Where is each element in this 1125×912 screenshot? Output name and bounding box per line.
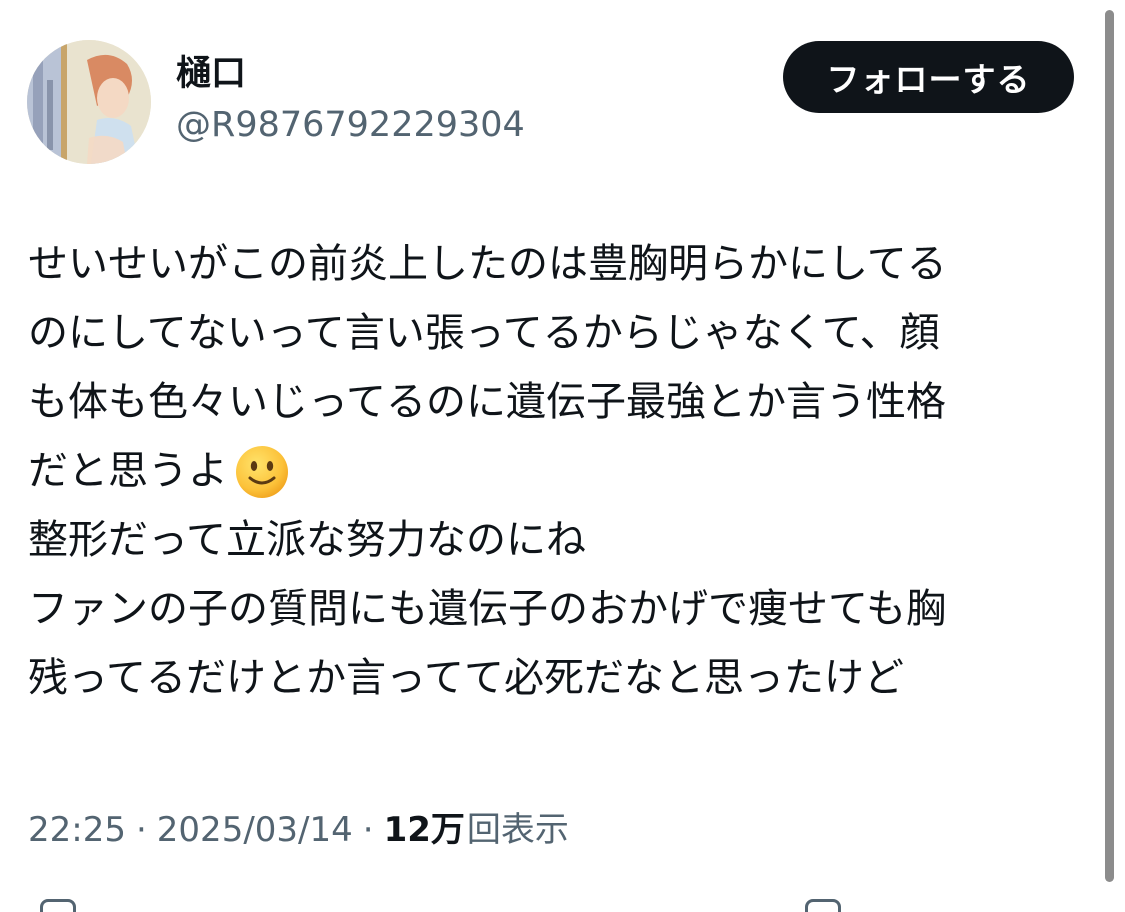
action-bar xyxy=(0,893,1100,912)
author-display-name[interactable]: 樋口 xyxy=(176,52,246,96)
tweet-meta: 22:25 · 2025/03/14 · 12万 回表示 xyxy=(28,806,569,854)
author-handle[interactable]: @R9876792229304 xyxy=(176,103,525,147)
bookmark-icon[interactable] xyxy=(805,899,841,912)
tweet-line: のにしてないって言い張ってるからじゃなくて、顔 xyxy=(28,310,940,356)
tweet-body: せいせいがこの前炎上したのは豊胸明らかにしてる のにしてないって言い張ってるから… xyxy=(28,230,1068,713)
meta-separator: · xyxy=(135,810,147,850)
scrollbar[interactable] xyxy=(1105,10,1114,882)
author-avatar[interactable] xyxy=(27,40,151,164)
tweet-date[interactable]: 2025/03/14 xyxy=(157,806,353,854)
views-count[interactable]: 12万 xyxy=(384,806,465,854)
anime-character-avatar-icon xyxy=(27,40,151,164)
tweet-line-with-emoji: だと思うよ xyxy=(28,437,1068,506)
tweet-time[interactable]: 22:25 xyxy=(28,806,126,854)
tweet-line: 整形だって立派な努力なのにね xyxy=(28,517,586,563)
reply-icon[interactable] xyxy=(40,899,76,912)
views-label: 回表示 xyxy=(466,810,569,850)
follow-button[interactable]: フォローする xyxy=(783,41,1074,113)
tweet-line: も体も色々いじってるのに遺伝子最強とか言う性格 xyxy=(28,379,946,425)
tweet-line: ファンの子の質問にも遺伝子のおかげで痩せても胸 xyxy=(28,586,946,632)
tweet-line: だと思うよ xyxy=(28,448,228,494)
tweet-line: せいせいがこの前炎上したのは豊胸明らかにしてる xyxy=(28,241,947,287)
meta-separator: · xyxy=(362,810,374,850)
slightly-smiling-face-icon xyxy=(236,445,288,498)
tweet-line: 残ってるだけとか言ってて必死だなと思ったけど xyxy=(28,655,904,701)
tweet-card: 樋口 @R9876792229304 フォローする せいせいがこの前炎上したのは… xyxy=(0,0,1100,912)
